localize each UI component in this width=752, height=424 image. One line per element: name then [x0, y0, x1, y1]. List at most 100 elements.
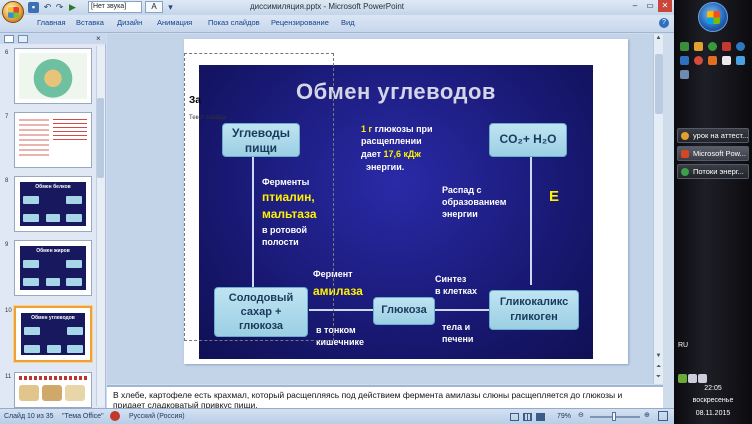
qat-dropdown-icon[interactable]: ▾ [165, 2, 176, 13]
thumb-figure [19, 119, 49, 159]
quicklaunch-icon[interactable] [694, 56, 703, 65]
quicklaunch-icon[interactable] [680, 56, 689, 65]
language-indicator[interactable]: Русский (Россия) [129, 413, 185, 420]
minimize-button[interactable]: – [628, 0, 642, 12]
slide-thumbnail-10[interactable]: Обмен углеводов [14, 306, 92, 362]
quicklaunch-icon[interactable] [736, 42, 745, 51]
scroll-down-icon[interactable]: ▼ [654, 352, 663, 361]
zoom-percent[interactable]: 79% [557, 413, 571, 420]
fit-to-window-icon[interactable] [658, 411, 668, 421]
quicklaunch-icon[interactable] [708, 42, 717, 51]
tab-animation[interactable]: Анимация [157, 18, 192, 27]
scroll-up-icon[interactable]: ▲ [654, 34, 663, 43]
pane-close-icon[interactable]: × [96, 34, 101, 43]
slide-editor: Обмен углеводов Углеводы пищи 1 г глюкоз… [107, 34, 663, 384]
thumb-box [24, 345, 40, 353]
tray-icon[interactable] [678, 374, 687, 383]
thumb-photo [65, 385, 85, 401]
sound-select[interactable]: [Нет звука] [88, 1, 142, 13]
clock-day[interactable]: воскресенье [674, 397, 752, 404]
redo-icon[interactable]: ↷ [54, 2, 65, 13]
powerpoint-window: ▪ ↶ ↷ ▶ [Нет звука] A ▾ диссимиляция.ppt… [0, 0, 674, 424]
save-icon[interactable]: ▪ [28, 2, 39, 13]
fact-gives: дает [361, 149, 384, 159]
fact-energy-value: 17,6 кДж [383, 149, 421, 159]
tissue-line-2: печени [442, 334, 474, 344]
restore-button[interactable]: ▭ [643, 0, 657, 12]
slide-canvas[interactable]: Обмен углеводов Углеводы пищи 1 г глюкоз… [184, 39, 628, 364]
thumb-box [67, 345, 83, 353]
next-slide-icon[interactable]: ⏷ [654, 373, 663, 382]
slide-thumbnail-8[interactable]: Обмен белков [14, 176, 92, 232]
quicklaunch-icon[interactable] [680, 70, 689, 79]
powerpoint-icon [681, 150, 689, 158]
close-button[interactable]: ✕ [658, 0, 672, 12]
language-indicator[interactable]: RU [678, 342, 698, 349]
prev-slide-icon[interactable]: ⏶ [654, 363, 663, 372]
slideshow-view-icon[interactable] [536, 413, 545, 421]
thumb-number: 9 [5, 242, 9, 248]
tab-review[interactable]: Рецензирование [271, 18, 329, 27]
taskbar-item-browser[interactable]: урок на аттест... [677, 128, 749, 143]
volume-icon[interactable] [698, 374, 707, 383]
font-color-button[interactable]: A [145, 1, 163, 13]
taskbar-item-powerpoint[interactable]: Microsoft Pow... [677, 146, 749, 161]
start-button[interactable] [698, 2, 728, 32]
arrow-up [530, 157, 532, 285]
quicklaunch-icon[interactable] [722, 42, 731, 51]
slides-pane: × 6 7 8 Обмен белков 9 Обмен жиров 10 Об… [0, 34, 106, 408]
slide-thumbnail-6[interactable] [14, 48, 92, 104]
office-button[interactable] [2, 1, 24, 23]
slide-text-placeholder[interactable]: Текст слайда [189, 115, 226, 121]
fact-rest: глюкозы при [372, 124, 433, 134]
notes-text[interactable]: В хлебе, картофеле есть крахмал, который… [113, 390, 653, 408]
outline-tab-icon[interactable] [18, 35, 28, 43]
clock-date[interactable]: 08.11.2015 [674, 410, 752, 417]
zoom-slider-knob[interactable] [612, 412, 616, 421]
tab-design[interactable]: Дизайн [117, 18, 142, 27]
tab-insert[interactable]: Вставка [76, 18, 104, 27]
quicklaunch-icon[interactable] [694, 42, 703, 51]
thumb-box [23, 260, 39, 268]
slides-pane-scroll-thumb[interactable] [97, 98, 104, 178]
quicklaunch-icon[interactable] [680, 42, 689, 51]
synthesis-line-1: Синтез [435, 274, 467, 284]
sorter-view-icon[interactable] [523, 413, 532, 421]
start-slideshow-icon[interactable]: ▶ [67, 2, 78, 13]
thumb-number: 8 [5, 178, 9, 184]
editor-scroll-thumb[interactable] [655, 54, 663, 114]
tab-view[interactable]: Вид [341, 18, 355, 27]
slide-thumbnail-11[interactable] [14, 372, 92, 408]
tab-home[interactable]: Главная [37, 18, 66, 27]
office-logo-icon [8, 7, 19, 18]
quicklaunch-icon[interactable] [708, 56, 717, 65]
quicklaunch-icon[interactable] [722, 56, 731, 65]
ribbon-tabs: Главная Вставка Дизайн Анимация Показ сл… [0, 15, 674, 33]
editor-scrollbar[interactable]: ▲ ▼ ⏶ ⏷ [653, 34, 663, 384]
slide-thumbnail-9[interactable]: Обмен жиров [14, 240, 92, 296]
thumb-number: 6 [5, 50, 9, 56]
windows-taskbar: урок на аттест... Microsoft Pow... Поток… [674, 0, 752, 424]
thumb-text [19, 376, 87, 380]
slide-thumbnail-7[interactable] [14, 112, 92, 168]
normal-view-icon[interactable] [510, 413, 519, 421]
thumb-box [23, 278, 39, 286]
network-icon[interactable] [688, 374, 697, 383]
text-placeholder[interactable] [184, 53, 334, 341]
decay-line-3: энергии [442, 209, 478, 219]
clock-time[interactable]: 22:05 [674, 385, 752, 392]
taskbar-item-browser-2[interactable]: Потоки энерг... [677, 164, 749, 179]
notes-pane[interactable]: В хлебе, картофеле есть крахмал, который… [107, 385, 663, 408]
help-icon[interactable]: ? [659, 18, 669, 28]
undo-icon[interactable]: ↶ [42, 2, 53, 13]
zoom-out-icon[interactable]: ⊖ [578, 411, 584, 419]
tab-slideshow[interactable]: Показ слайдов [208, 18, 260, 27]
title-bar: ▪ ↶ ↷ ▶ [Нет звука] A ▾ диссимиляция.ppt… [0, 0, 674, 23]
slides-tab-icon[interactable] [4, 35, 14, 43]
zoom-in-icon[interactable]: ⊕ [644, 411, 650, 419]
spellcheck-icon[interactable] [110, 411, 120, 421]
slide-title-placeholder[interactable]: За [189, 95, 201, 106]
quicklaunch-icon[interactable] [736, 56, 745, 65]
thumb-number: 11 [5, 374, 12, 380]
thumb-box [66, 260, 82, 268]
